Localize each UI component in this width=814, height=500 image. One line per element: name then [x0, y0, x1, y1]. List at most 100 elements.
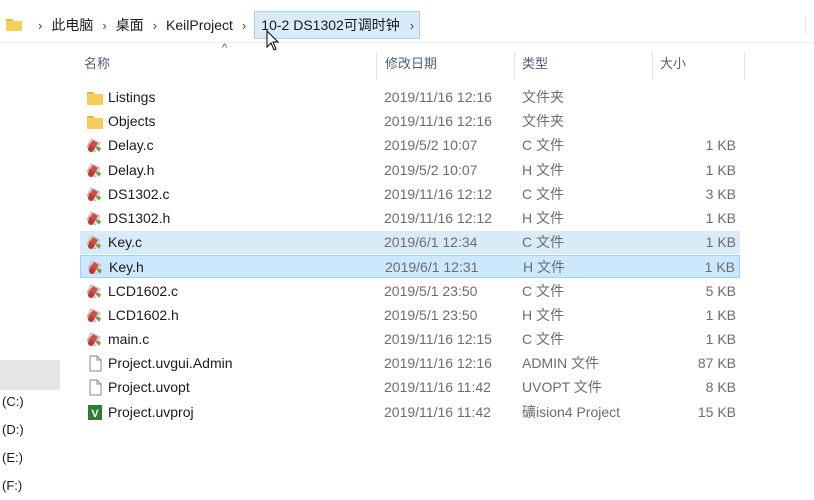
- file-row[interactable]: LCD1602.c 2019/5/1 23:50 C 文件 5 KB: [80, 280, 740, 303]
- column-type[interactable]: 类型: [522, 52, 548, 78]
- column-size[interactable]: 大小: [660, 52, 686, 78]
- file-size: 87 KB: [697, 355, 736, 372]
- file-row[interactable]: V Project.uvproj 2019/11/16 11:42 礦ision4 P…: [80, 401, 740, 424]
- breadcrumb-item-desktop[interactable]: 桌面: [115, 13, 145, 37]
- file-type: 文件夹: [522, 113, 564, 130]
- file-name: Project.uvgui.Admin: [108, 355, 233, 372]
- source-file-icon: [86, 332, 101, 347]
- file-row[interactable]: LCD1602.h 2019/5/1 23:50 H 文件 1 KB: [80, 304, 740, 327]
- source-file-icon: [86, 187, 101, 202]
- file-row[interactable]: Delay.c 2019/5/2 10:07 C 文件 1 KB: [80, 134, 740, 157]
- file-row[interactable]: Project.uvgui.Admin 2019/11/16 12:16 ADMIN…: [80, 352, 740, 375]
- chevron-right-icon[interactable]: ›: [410, 18, 414, 33]
- file-date: 2019/11/16 12:16: [384, 113, 492, 130]
- source-file-icon: [86, 162, 101, 178]
- chevron-right-icon[interactable]: ›: [242, 18, 246, 33]
- file-name: Objects: [108, 113, 156, 130]
- column-name[interactable]: 名称: [84, 52, 110, 78]
- file-row[interactable]: Delay.h 2019/5/2 10:07 H 文件 1 KB: [80, 159, 740, 182]
- file-type: H 文件: [522, 210, 564, 226]
- source-file-icon: [86, 211, 101, 226]
- file-type: C 文件: [522, 185, 564, 202]
- file-size: 1 KB: [705, 331, 736, 347]
- file-size: 1 KB: [705, 234, 736, 251]
- sort-ascending-icon: ^: [222, 42, 228, 54]
- address-bar-divider: [805, 16, 814, 34]
- address-bar[interactable]: › 此电脑 › 桌面 › KeilProject › 10-2 DS1302可调…: [0, 8, 814, 43]
- breadcrumb-item-keilproject[interactable]: KeilProject: [165, 15, 234, 35]
- file-date: 2019/11/16 12:12: [384, 210, 492, 226]
- file-row[interactable]: Project.uvopt 2019/11/16 11:42 UVOPT 文件 8 K…: [80, 376, 740, 399]
- file-size: 1 KB: [705, 210, 736, 226]
- document-icon: [89, 379, 102, 396]
- file-name: LCD1602.h: [108, 306, 179, 323]
- navigation-pane: (C:) (D:) (E:) (F:): [0, 44, 62, 500]
- file-row[interactable]: Key.h 2019/6/1 12:31 H 文件 1 KB: [80, 255, 740, 279]
- source-file-icon: [86, 308, 101, 323]
- source-file-icon: [87, 260, 102, 276]
- breadcrumb-item-this-pc[interactable]: 此电脑: [50, 13, 94, 37]
- document-icon: [89, 355, 102, 372]
- file-name: Key.h: [109, 259, 144, 276]
- file-date: 2019/5/1 23:50: [384, 306, 478, 323]
- breadcrumb: › 此电脑 › 桌面 › KeilProject › 10-2 DS1302可调…: [30, 8, 421, 42]
- file-name: Delay.h: [108, 161, 155, 178]
- file-type: 文件夹: [522, 89, 564, 105]
- file-name: DS1302.c: [108, 185, 170, 202]
- file-size: 1 KB: [705, 137, 736, 154]
- column-date[interactable]: 修改日期: [385, 52, 437, 78]
- file-size: 1 KB: [705, 306, 736, 323]
- column-divider[interactable]: [376, 52, 377, 80]
- chevron-right-icon[interactable]: ›: [38, 18, 42, 33]
- column-divider[interactable]: [744, 52, 745, 80]
- source-file-icon: [86, 283, 101, 299]
- file-date: 2019/5/2 10:07: [384, 161, 478, 178]
- column-divider[interactable]: [514, 52, 515, 80]
- file-name: Listings: [108, 89, 156, 105]
- file-size: 3 KB: [705, 185, 736, 202]
- nav-drive-d[interactable]: (D:): [2, 422, 24, 437]
- mouse-cursor-icon: [266, 30, 280, 51]
- nav-selected-item[interactable]: [0, 360, 60, 390]
- file-size: 15 KB: [697, 403, 736, 420]
- file-size: 1 KB: [704, 259, 735, 276]
- file-date: 2019/11/16 12:12: [384, 185, 492, 202]
- file-type: H 文件: [522, 161, 564, 178]
- file-size: 8 KB: [705, 379, 736, 396]
- chevron-right-icon[interactable]: ›: [153, 18, 157, 33]
- file-type: C 文件: [522, 331, 564, 347]
- file-date: 2019/11/16 12:15: [384, 331, 492, 347]
- nav-drive-c[interactable]: (C:): [2, 394, 24, 409]
- file-type: H 文件: [523, 259, 565, 276]
- svg-text:V: V: [91, 408, 99, 420]
- chevron-right-icon[interactable]: ›: [102, 18, 106, 33]
- file-name: Key.c: [108, 234, 142, 251]
- file-date: 2019/11/16 11:42: [384, 379, 491, 396]
- file-date: 2019/5/2 10:07: [384, 137, 478, 154]
- file-date: 2019/11/16 11:42: [384, 403, 491, 420]
- file-row[interactable]: Key.c 2019/6/1 12:34 C 文件 1 KB: [80, 231, 740, 255]
- breadcrumb-current-label: 10-2 DS1302可调时钟: [261, 17, 400, 33]
- column-divider[interactable]: [652, 52, 653, 80]
- folder-icon: [6, 19, 22, 31]
- folder-icon: [87, 92, 103, 105]
- file-name: Project.uvproj: [108, 403, 194, 420]
- file-row[interactable]: Listings 2019/11/16 12:16 文件夹: [80, 86, 740, 109]
- file-type: UVOPT 文件: [522, 379, 602, 396]
- file-type: H 文件: [522, 306, 564, 323]
- column-header: ^ 名称 修改日期 类型 大小: [0, 42, 814, 80]
- file-date: 2019/6/1 12:31: [385, 259, 479, 276]
- source-file-icon: [86, 235, 101, 250]
- file-row[interactable]: DS1302.c 2019/11/16 12:12 C 文件 3 KB: [80, 183, 740, 206]
- file-name: LCD1602.c: [108, 282, 179, 299]
- nav-drive-e[interactable]: (E:): [2, 450, 23, 465]
- file-row[interactable]: DS1302.h 2019/11/16 12:12 H 文件 1 KB: [80, 207, 740, 230]
- nav-drive-f[interactable]: (F:): [2, 478, 22, 493]
- file-type: C 文件: [522, 137, 564, 154]
- file-date: 2019/11/16 12:16: [384, 355, 492, 372]
- source-file-icon: [86, 138, 101, 154]
- folder-icon: [87, 116, 103, 130]
- file-name: main.c: [108, 331, 150, 347]
- file-row[interactable]: main.c 2019/11/16 12:15 C 文件 1 KB: [80, 328, 740, 351]
- file-row[interactable]: Objects 2019/11/16 12:16 文件夹: [80, 110, 740, 133]
